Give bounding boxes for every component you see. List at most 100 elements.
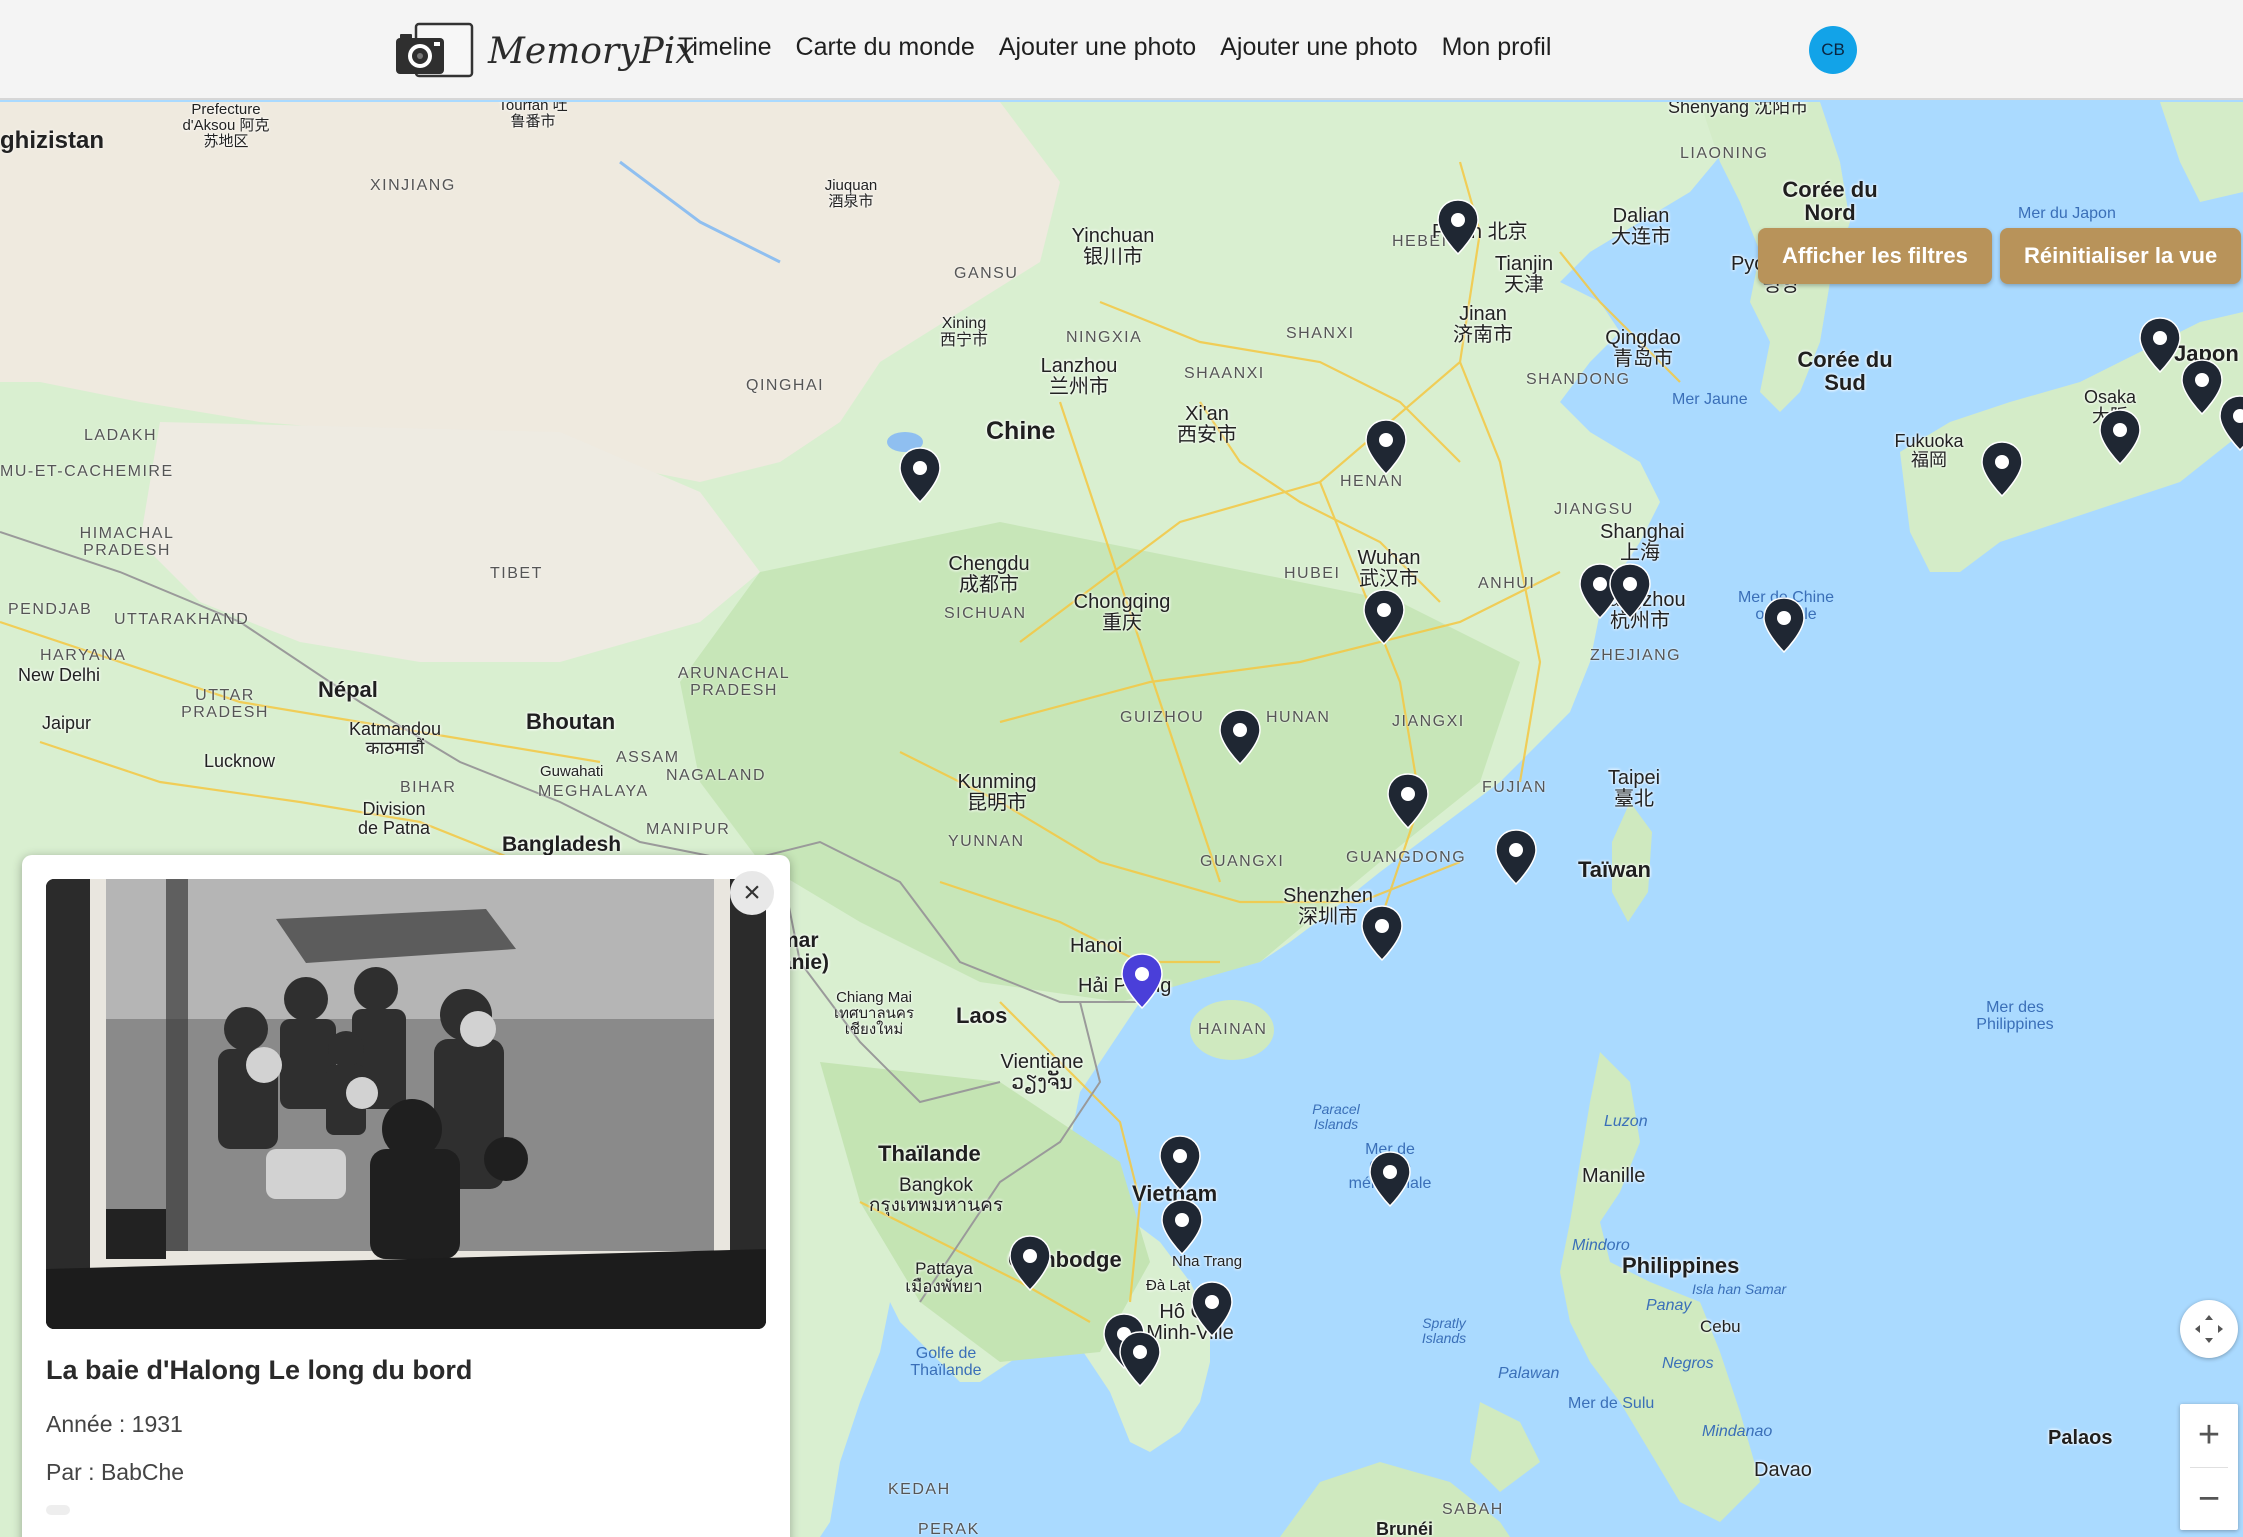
label-laos: Laos <box>956 1003 1008 1028</box>
label-region: FUJIAN <box>1482 779 1547 796</box>
label-region: HENAN <box>1340 473 1404 490</box>
photo-marker[interactable] <box>898 446 942 504</box>
photo-marker[interactable] <box>2138 316 2182 374</box>
photo-marker[interactable] <box>1386 772 1430 830</box>
map-pin-icon <box>899 447 941 504</box>
photo-marker[interactable] <box>1160 1198 1204 1256</box>
photo-marker[interactable] <box>1362 588 1406 646</box>
label-city: Bangkok กรุงเทพมหานคร <box>868 1175 1004 1216</box>
label-city: Manille <box>1582 1165 1646 1187</box>
nav-add-photo[interactable]: Ajouter une photo <box>999 33 1196 62</box>
close-popup-button[interactable]: × <box>730 871 774 915</box>
map-pin-icon <box>1119 1331 1161 1388</box>
nav-timeline[interactable]: Timeline <box>678 33 772 62</box>
photo-marker[interactable] <box>1436 198 1480 256</box>
photo-marker[interactable] <box>1008 1234 1052 1292</box>
label-region: GUIZHOU <box>1120 709 1205 726</box>
label-city: Xi'an 西安市 <box>1177 403 1237 446</box>
photo-marker[interactable] <box>1608 562 1652 620</box>
label-taiwan: Taïwan <box>1578 857 1651 882</box>
photo-title: La baie d'Halong Le long du bord <box>46 1355 473 1385</box>
label-city: Tianjin 天津 <box>1494 253 1554 296</box>
label-region: SHANDONG <box>1526 371 1631 388</box>
photo-marker[interactable] <box>1368 1150 1412 1208</box>
label-island: Mindoro <box>1572 1237 1630 1254</box>
user-avatar[interactable]: CB <box>1809 26 1857 74</box>
label-city: Cebu <box>1700 1317 1741 1336</box>
label-city: Đà Lạt <box>1146 1277 1191 1294</box>
label-region: KEDAH <box>888 1481 951 1498</box>
recenter-button[interactable] <box>2180 1300 2238 1358</box>
label-region: SICHUAN <box>944 605 1027 622</box>
zoom-controls: + − <box>2180 1404 2238 1530</box>
photo-marker[interactable] <box>1360 904 1404 962</box>
photo-marker[interactable] <box>1762 596 1806 654</box>
photo-marker[interactable] <box>1364 418 1408 476</box>
photo-marker[interactable] <box>1980 440 2024 498</box>
label-region: HUNAN <box>1266 709 1331 726</box>
label-city: Fukuoka 福岡 <box>1894 431 1964 470</box>
photo-marker[interactable] <box>1118 1330 1162 1388</box>
label-region: BIHAR <box>400 779 457 796</box>
map-pin-icon <box>1219 709 1261 766</box>
label-city: Shanghai 上海 <box>1600 521 1685 564</box>
photo-info-popup: × La baie d'Halong Le long du bord Année… <box>22 855 790 1537</box>
label-region: GUANGXI <box>1200 853 1285 870</box>
map-pin-icon <box>1369 1151 1411 1208</box>
photo-marker[interactable] <box>1218 708 1262 766</box>
map-pin-icon <box>1361 905 1403 962</box>
label-city: Pattaya เมืองพัทยา <box>905 1259 983 1296</box>
show-filters-button[interactable]: Afficher les filtres <box>1758 228 1992 284</box>
label-region: GANSU <box>954 265 1019 282</box>
map-pin-icon <box>1437 199 1479 256</box>
label-island: Mindanao <box>1702 1423 1773 1440</box>
label-island: Negros <box>1662 1355 1714 1372</box>
nav-my-profile[interactable]: Mon profil <box>1442 33 1552 62</box>
label-city: Kunming 昆明市 <box>957 771 1037 814</box>
label-city: Hanoi <box>1070 935 1123 957</box>
map-pin-icon <box>1009 1235 1051 1292</box>
label-city: Lanzhou 兰州市 <box>1040 355 1118 398</box>
move-arrows-icon <box>2195 1315 2223 1343</box>
brand[interactable]: MemoryPix <box>394 22 696 80</box>
map-pin-icon <box>1121 953 1163 1010</box>
label-city: Yinchuan 银川市 <box>1071 225 1155 268</box>
label-city: Jaipur <box>42 713 92 733</box>
label-city: Qingdao 青岛市 <box>1605 327 1681 370</box>
label-sea: Paracel Islands <box>1312 1101 1360 1132</box>
label-city: Chongqing 重庆 <box>1073 591 1171 634</box>
photo-marker[interactable] <box>1190 1280 1234 1338</box>
label-region: TIBET <box>490 565 543 582</box>
label-region: UTTAR PRADESH <box>181 687 269 721</box>
label-china: Chine <box>986 417 1056 445</box>
reset-view-button[interactable]: Réinitialiser la vue <box>2000 228 2242 284</box>
nav-add-photo-2[interactable]: Ajouter une photo <box>1220 33 1417 62</box>
camera-logo-icon <box>394 22 474 80</box>
label-region: QINGHAI <box>746 377 825 394</box>
nav-world-map[interactable]: Carte du monde <box>796 33 975 62</box>
photo-marker[interactable] <box>2098 408 2142 466</box>
label-city: Vientiane ວຽງຈັນ <box>1000 1051 1084 1094</box>
label-region: NINGXIA <box>1066 329 1143 346</box>
label-island: Panay <box>1646 1297 1692 1314</box>
zoom-in-button[interactable]: + <box>2180 1404 2238 1467</box>
selected-photo-marker[interactable] <box>1120 952 1164 1010</box>
photo-thumbnail[interactable] <box>46 879 766 1329</box>
photo-marker[interactable] <box>2218 394 2243 452</box>
label-city: Chengdu 成都市 <box>948 553 1030 596</box>
map-pin-icon <box>1981 441 2023 498</box>
label-partial: Shenyang 沈阳市 <box>1668 102 1809 117</box>
label-city: Division de Patna <box>357 799 431 838</box>
zoom-out-button[interactable]: − <box>2180 1468 2238 1531</box>
label-palau: Palaos <box>2048 1427 2113 1449</box>
label-city: Jiuquan 酒泉市 <box>824 177 878 210</box>
label-region: ARUNACHAL PRADESH <box>677 665 791 699</box>
label-city: Dalian 大连市 <box>1611 205 1671 248</box>
photo-marker[interactable] <box>1494 828 1538 886</box>
label-region: XINJIANG <box>370 177 456 194</box>
brand-name: MemoryPix <box>488 30 696 72</box>
label-region: HUBEI <box>1284 565 1341 582</box>
label-region: ASSAM <box>616 749 680 766</box>
label-region: UTTARAKHAND <box>114 611 250 628</box>
photo-marker[interactable] <box>1158 1134 1202 1192</box>
